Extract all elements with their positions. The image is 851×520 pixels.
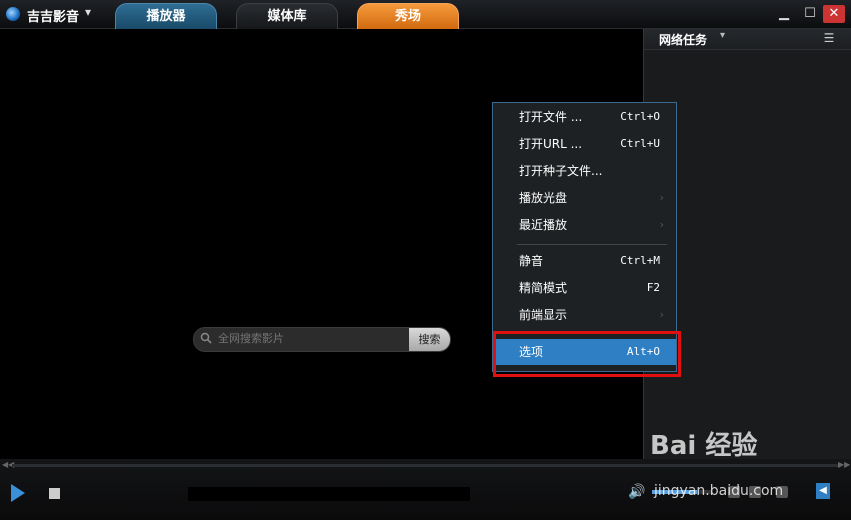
submenu-arrow-icon: › xyxy=(659,191,664,204)
progress-bar[interactable] xyxy=(12,464,838,467)
search-button[interactable]: 搜索 xyxy=(409,328,450,351)
menu-item-play-disc[interactable]: 播放光盘 › xyxy=(493,185,676,211)
menu-item-open-url[interactable]: 打开URL ... Ctrl+U xyxy=(493,131,676,157)
side-panel-caret-icon[interactable]: ▾ xyxy=(720,30,725,41)
side-panel-menu-icon[interactable]: ☰ xyxy=(822,31,836,45)
side-panel-header: 网络任务 ▾ ☰ xyxy=(644,29,851,50)
menu-item-open-torrent[interactable]: 打开种子文件... xyxy=(493,158,676,184)
menu-item-recent[interactable]: 最近播放 › xyxy=(493,212,676,238)
minimize-button[interactable]: ▁ xyxy=(775,5,793,23)
highlight-annotation-box xyxy=(493,331,681,377)
menu-separator xyxy=(517,244,667,245)
close-button[interactable]: ✕ xyxy=(823,5,845,23)
menu-item-always-on-top[interactable]: 前端显示 › xyxy=(493,302,676,328)
progress-right-arrow-icon: ▶▶ xyxy=(838,460,851,469)
maximize-button[interactable]: ☐ xyxy=(801,5,819,23)
app-logo-icon xyxy=(6,7,20,21)
watermark-logo: Bai 经验 xyxy=(650,431,758,461)
search-box: 搜索 xyxy=(193,327,451,352)
side-panel-title[interactable]: 网络任务 xyxy=(659,31,707,48)
watermark-url: jingyan.baidu.com xyxy=(654,483,784,499)
menu-item-open-file[interactable]: 打开文件 ... Ctrl+O xyxy=(493,104,676,130)
app-menu-caret-icon[interactable]: ▾ xyxy=(85,5,91,19)
panel-toggle-icon[interactable]: ◀ xyxy=(816,483,830,499)
tab-show[interactable]: 秀场 xyxy=(357,3,459,29)
search-icon xyxy=(200,332,212,344)
tab-media-library[interactable]: 媒体库 xyxy=(236,3,338,29)
search-input[interactable] xyxy=(218,328,398,351)
menu-item-compact-mode[interactable]: 精简模式 F2 xyxy=(493,275,676,301)
play-icon[interactable] xyxy=(11,484,25,502)
stop-icon[interactable] xyxy=(49,488,60,499)
app-title: 吉吉影音 xyxy=(27,10,80,25)
tab-player[interactable]: 播放器 xyxy=(115,3,217,29)
submenu-arrow-icon: › xyxy=(659,308,664,321)
volume-icon[interactable]: 🔊 xyxy=(628,484,645,500)
status-text-area xyxy=(188,487,470,501)
submenu-arrow-icon: › xyxy=(659,218,664,231)
title-bar: 吉吉影音 ▾ 播放器 媒体库 秀场 ▁ ☐ ✕ xyxy=(0,0,851,29)
menu-item-mute[interactable]: 静音 Ctrl+M xyxy=(493,248,676,274)
